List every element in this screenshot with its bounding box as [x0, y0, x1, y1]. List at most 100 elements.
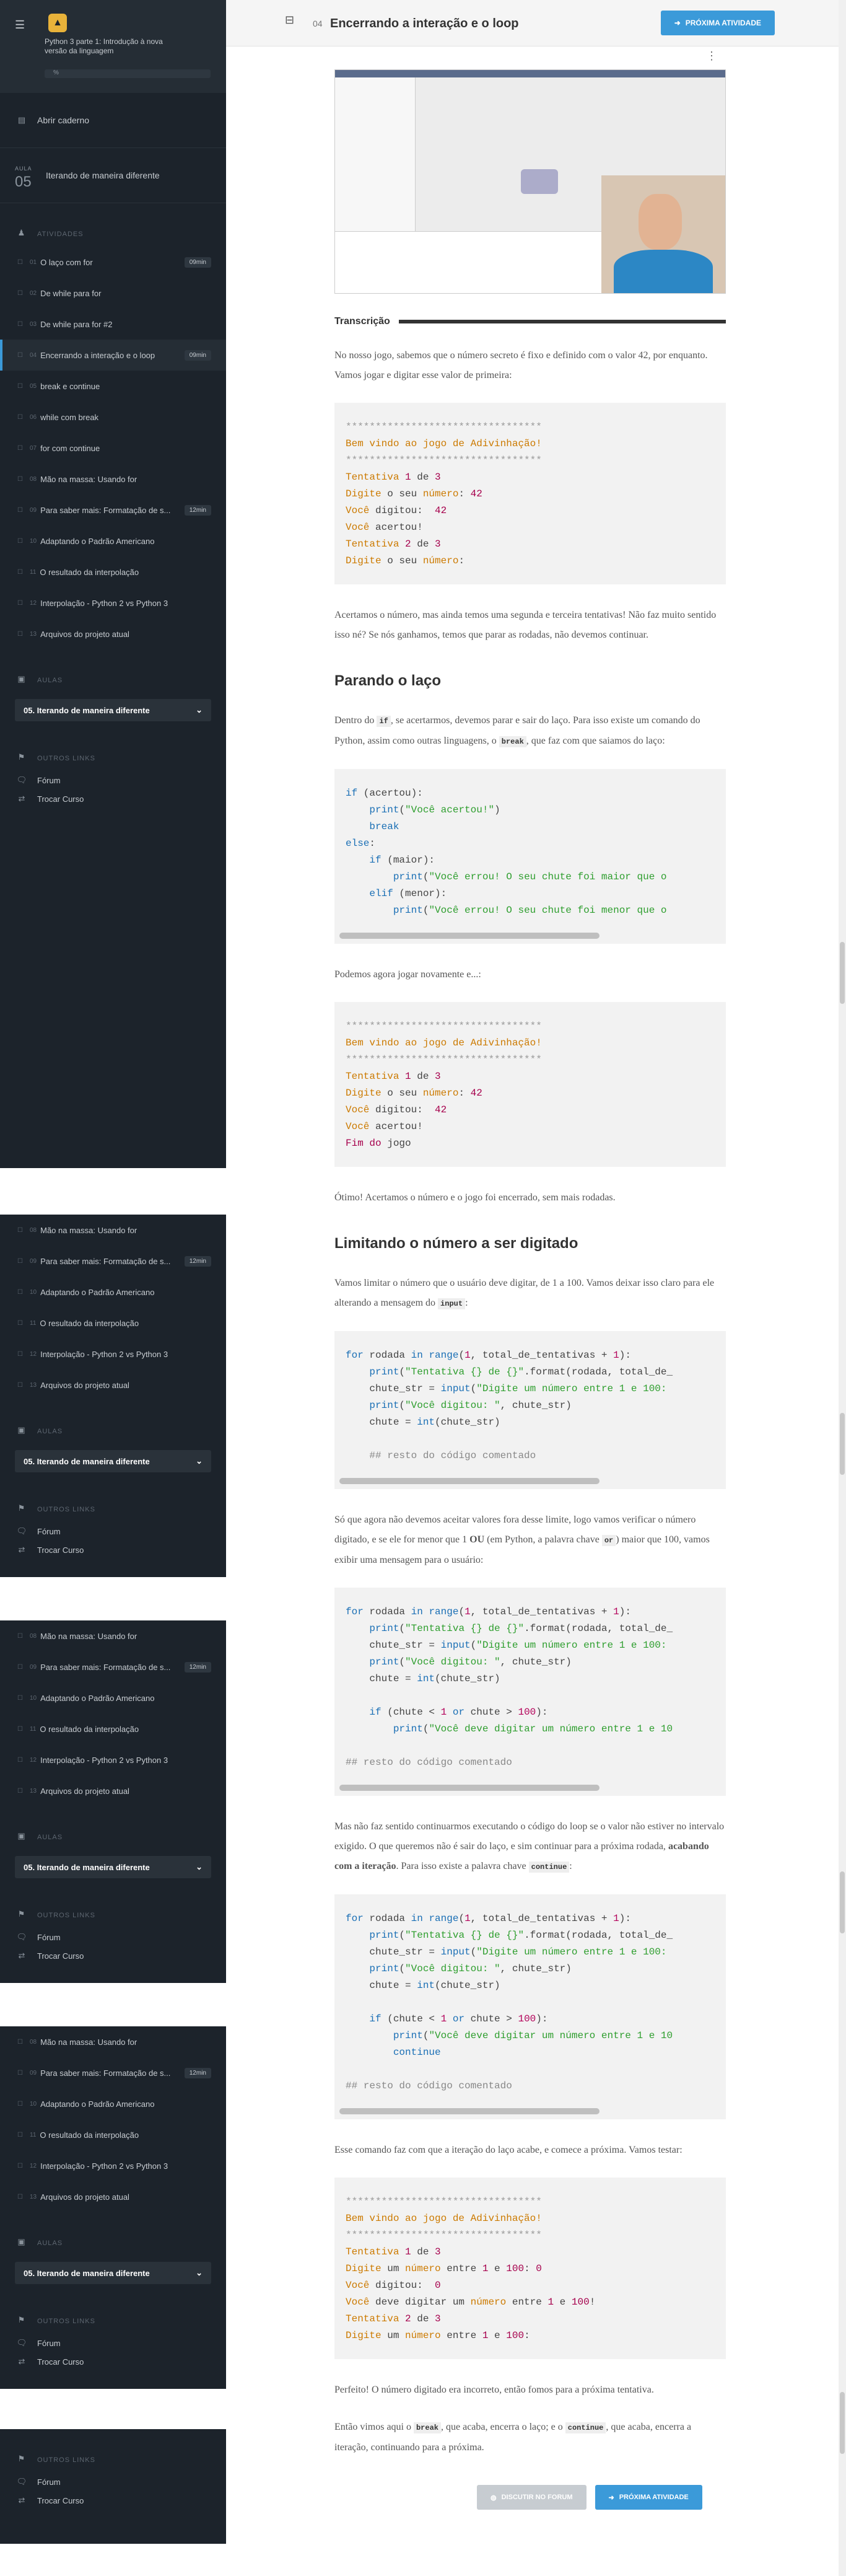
change-course-link[interactable]: ⇄ Trocar Curso [0, 2352, 226, 2371]
activity-item[interactable]: ☐ 13 Arquivos do projeto atual [0, 1369, 226, 1400]
activity-number: 12 [30, 2162, 37, 2169]
links-icon: ⚑ [17, 2454, 26, 2463]
activity-number: 13 [30, 2193, 37, 2200]
sidebar-repeat-4: ⚑ OUTROS LINKS 🗨 Fórum ⇄ Trocar Curso [0, 2429, 226, 2544]
menu-icon[interactable]: ☰ [15, 19, 25, 32]
checkbox-icon: ☐ [17, 413, 23, 421]
links-icon: ⚑ [17, 1503, 26, 1513]
aula-select[interactable]: 05. Iterando de maneira diferente ⌄ [15, 2262, 211, 2284]
activity-item[interactable]: ☐ 11 O resultado da interpolação [0, 556, 226, 587]
chevron-down-icon: ⌄ [196, 705, 203, 714]
activity-number: 12 [30, 1756, 37, 1764]
activity-item[interactable]: ☐ 11 O resultado da interpolação [0, 2119, 226, 2150]
activity-item[interactable]: ☐ 04 Encerrando a interação e o loop 09min [0, 340, 226, 371]
activity-item[interactable]: ☐ 02 De while para for [0, 278, 226, 309]
sidebar-repeat-3: ☐ 08 Mão na massa: Usando for ☐ 09 Para saber… [0, 2026, 226, 2389]
activity-item[interactable]: ☐ 10 Adaptando o Padrão Americano [0, 1682, 226, 1713]
activity-number: 10 [30, 537, 37, 545]
activity-item[interactable]: ☐ 08 Mão na massa: Usando for [0, 1620, 226, 1651]
next-activity-button-bottom[interactable]: ➜ PRÓXIMA ATIVIDADE [595, 2485, 702, 2510]
next-activity-button[interactable]: ➜ PRÓXIMA ATIVIDADE [660, 11, 775, 35]
activity-label: Adaptando o Padrão Americano [40, 2099, 155, 2109]
forum-link[interactable]: 🗨 Fórum [0, 2473, 226, 2491]
paragraph: Perfeito! O número digitado era incorret… [334, 2385, 654, 2395]
activity-item[interactable]: ☐ 09 Para saber mais: Formatação de s... 12… [0, 2057, 226, 2088]
activity-item[interactable]: ☐ 03 De while para for #2 [0, 309, 226, 340]
play-icon[interactable] [521, 169, 558, 194]
activity-item[interactable]: ☐ 09 Para saber mais: Formatação de s... 12… [0, 1651, 226, 1682]
code-scrollbar[interactable] [339, 1785, 600, 1791]
code-block[interactable]: for rodada in range(1, total_de_tentativ… [334, 1331, 726, 1489]
forum-link[interactable]: 🗨 Fórum [0, 1522, 226, 1541]
activity-item[interactable]: ☐ 12 Interpolação - Python 2 vs Python 3 [0, 1744, 226, 1775]
forum-link[interactable]: 🗨 Fórum [0, 1928, 226, 1946]
scroll-thumb[interactable] [840, 1413, 845, 1475]
code-scrollbar[interactable] [339, 1478, 600, 1484]
activity-number: 09 [30, 2069, 37, 2077]
activity-item[interactable]: ☐ 10 Adaptando o Padrão Americano [0, 1277, 226, 1308]
course-title[interactable]: Python 3 parte 1: Introdução à nova vers… [45, 37, 168, 56]
activity-item[interactable]: ☐ 12 Interpolação - Python 2 vs Python 3 [0, 1339, 226, 1369]
activity-label: Adaptando o Padrão Americano [40, 1693, 155, 1703]
activity-item[interactable]: ☐ 08 Mão na massa: Usando for [0, 464, 226, 495]
change-icon: ⇄ [18, 1951, 25, 1960]
forum-link[interactable]: 🗨 Fórum [0, 2334, 226, 2352]
activity-item[interactable]: ☐ 09 Para saber mais: Formatação de s... 12… [0, 495, 226, 525]
forum-link[interactable]: 🗨 Fórum [0, 771, 226, 789]
activity-item[interactable]: ☐ 08 Mão na massa: Usando for [0, 2026, 226, 2057]
aula-select[interactable]: 05. Iterando de maneira diferente ⌄ [15, 1450, 211, 1472]
page-scrollbar[interactable] [839, 0, 846, 2576]
checkbox-icon: ☐ [17, 2193, 23, 2200]
activity-item[interactable]: ☐ 13 Arquivos do projeto atual [0, 618, 226, 649]
code-block: ********************************* Bem vi… [334, 403, 726, 584]
code-scrollbar[interactable] [339, 2108, 600, 2114]
open-notebook-link[interactable]: ▤ Abrir caderno [0, 93, 226, 147]
activity-item[interactable]: ☐ 11 O resultado da interpolação [0, 1713, 226, 1744]
activity-item[interactable]: ☐ 09 Para saber mais: Formatação de s... 12… [0, 1246, 226, 1277]
scroll-thumb[interactable] [840, 2392, 845, 2454]
activity-item[interactable]: ☐ 12 Interpolação - Python 2 vs Python 3 [0, 2150, 226, 2181]
globe-icon: ◍ [491, 2494, 497, 2502]
checkbox-icon: ☐ [17, 1288, 23, 1296]
activity-item[interactable]: ☐ 11 O resultado da interpolação [0, 1308, 226, 1339]
activity-item[interactable]: ☐ 13 Arquivos do projeto atual [0, 2181, 226, 2212]
aulas-icon: ▣ [17, 674, 26, 684]
activity-number: 12 [30, 1350, 37, 1358]
links-icon: ⚑ [17, 1909, 26, 1919]
collapse-sidebar-icon[interactable]: ⊟ [285, 14, 294, 27]
scroll-thumb[interactable] [840, 1871, 845, 1933]
other-links-header: ⚑ OUTROS LINKS [0, 728, 226, 771]
activity-number: 10 [30, 1694, 37, 1702]
change-course-link[interactable]: ⇄ Trocar Curso [0, 1541, 226, 1559]
activity-item[interactable]: ☐ 10 Adaptando o Padrão Americano [0, 525, 226, 556]
code-scrollbar[interactable] [339, 933, 600, 939]
aula-select[interactable]: 05. Iterando de maneira diferente ⌄ [15, 1856, 211, 1878]
discuss-forum-button[interactable]: ◍ DISCUTIR NO FORUM [477, 2485, 587, 2510]
change-course-link[interactable]: ⇄ Trocar Curso [0, 789, 226, 808]
activity-item[interactable]: ☐ 06 while com break [0, 402, 226, 433]
activity-item[interactable]: ☐ 01 O laço com for 09min [0, 247, 226, 278]
activity-item[interactable]: ☐ 13 Arquivos do projeto atual [0, 1775, 226, 1806]
activity-label: Para saber mais: Formatação de s... [40, 2068, 171, 2078]
code-block[interactable]: for rodada in range(1, total_de_tentativ… [334, 1588, 726, 1796]
sidebar-repeat-2: ☐ 08 Mão na massa: Usando for ☐ 09 Para saber… [0, 1620, 226, 1983]
change-course-link[interactable]: ⇄ Trocar Curso [0, 2491, 226, 2510]
activity-item[interactable]: ☐ 07 for com continue [0, 433, 226, 464]
activity-number: 11 [30, 1319, 37, 1327]
video-player[interactable] [334, 69, 726, 294]
change-course-link[interactable]: ⇄ Trocar Curso [0, 1946, 226, 1965]
activity-duration: 12min [184, 1661, 211, 1673]
activity-item[interactable]: ☐ 05 break e continue [0, 371, 226, 402]
activity-label: break e continue [40, 381, 100, 391]
activity-item[interactable]: ☐ 10 Adaptando o Padrão Americano [0, 2088, 226, 2119]
code-block[interactable]: for rodada in range(1, total_de_tentativ… [334, 1894, 726, 2119]
aula-select[interactable]: 05. Iterando de maneira diferente ⌄ [15, 699, 211, 721]
activity-item[interactable]: ☐ 12 Interpolação - Python 2 vs Python 3 [0, 587, 226, 618]
more-options-icon[interactable]: ⋮ [706, 50, 717, 63]
activity-label: Arquivos do projeto atual [40, 1380, 129, 1390]
scroll-thumb[interactable] [840, 942, 845, 1004]
open-notebook-label: Abrir caderno [37, 115, 90, 125]
code-block[interactable]: if (acertou): print("Você acertou!") bre… [334, 769, 726, 944]
checkbox-icon: ☐ [17, 568, 23, 576]
activity-item[interactable]: ☐ 08 Mão na massa: Usando for [0, 1215, 226, 1246]
